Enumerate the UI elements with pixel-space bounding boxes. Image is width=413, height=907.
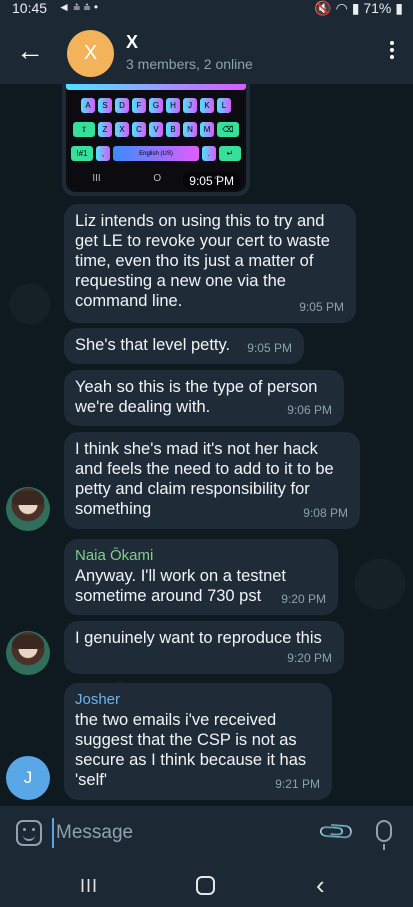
keyboard-key: S — [98, 98, 112, 113]
status-battery: 🔇 ◠ ▮ 71% ▮ — [314, 0, 403, 17]
image-message[interactable]: ASDFGHJKL ⇧ Z X C V B N M ⌫ !#1 , English (US) .… — [62, 84, 250, 196]
keyboard-key: D — [115, 98, 129, 113]
message-time: 9:05 PM — [247, 341, 292, 355]
user-avatar[interactable] — [6, 487, 50, 531]
message-bubble[interactable]: Naia Ōkami Anyway. I'll work on a testne… — [64, 539, 338, 615]
mini-home-icon: O — [153, 173, 162, 184]
chat-subtitle: 3 members, 2 online — [126, 56, 253, 72]
message-bubble[interactable]: Liz intends on using this to try and get… — [64, 204, 356, 323]
keyboard-key: L — [217, 98, 231, 113]
keyboard-row-zxcv: ⇧ Z X C V B N M ⌫ — [66, 122, 246, 137]
sender-name[interactable]: Josher — [75, 690, 321, 709]
message-bubble[interactable]: Josher the two emails i've received sugg… — [64, 683, 332, 800]
mute-icon: 🔇 — [314, 0, 332, 16]
message-time: 9:21 PM — [275, 777, 320, 791]
back-chevron-icon[interactable]: ‹ — [316, 870, 325, 901]
message-composer: 📎 — [0, 806, 413, 862]
message-bubble[interactable]: Yeah so this is the type of person we're… — [64, 370, 344, 426]
group-avatar[interactable]: X — [67, 30, 114, 77]
back-arrow-icon[interactable]: ← — [16, 36, 46, 66]
battery-icon: ▮ — [395, 0, 403, 16]
message-bubble[interactable]: I genuinely want to reproduce this 9:20 … — [64, 621, 344, 674]
chat-header: ← X X 3 members, 2 online — [0, 18, 413, 84]
keyboard-key: A — [81, 98, 95, 113]
keyboard-key: Z — [98, 122, 112, 137]
message-bubble[interactable]: She's that level petty. 9:05 PM — [64, 328, 304, 364]
keyboard-key: N — [183, 122, 197, 137]
wifi-icon: ◠ — [335, 0, 348, 16]
keyboard-key: C — [132, 122, 146, 137]
sender-name[interactable]: Naia Ōkami — [75, 546, 327, 565]
keyboard-key: H — [166, 98, 180, 113]
keyboard-key: M — [200, 122, 214, 137]
symbols-key: !#1 — [71, 146, 93, 161]
keyboard-key: K — [200, 98, 214, 113]
message-text: Liz intends on using this to try and get… — [75, 212, 335, 310]
paperclip-icon[interactable]: 📎 — [316, 812, 358, 854]
message-bubble[interactable]: I think she's mad it's not her hack and … — [64, 432, 360, 529]
message-input[interactable] — [52, 818, 302, 848]
status-bar: 10:45 ◄ ⩮ ⩮ • 🔇 ◠ ▮ 71% ▮ — [0, 0, 413, 18]
more-options-icon[interactable] — [387, 38, 397, 66]
message-time: 9:20 PM — [281, 592, 326, 606]
period-key: . — [202, 146, 216, 161]
message-time: 9:05 PM — [299, 300, 344, 314]
chat-title[interactable]: X — [126, 32, 138, 53]
recents-icon[interactable]: III — [80, 876, 98, 897]
comma-key: , — [96, 146, 110, 161]
josher-avatar[interactable]: J — [6, 756, 50, 800]
keyboard-key: V — [149, 122, 163, 137]
battery-percent: 71% — [363, 0, 392, 16]
message-time: 9:08 PM — [303, 506, 348, 520]
home-icon[interactable] — [196, 876, 215, 895]
keyboard-row-space: !#1 , English (US) . ↵ — [66, 146, 246, 161]
user-avatar[interactable] — [6, 631, 50, 675]
message-time: 9:20 PM — [287, 651, 332, 665]
keyboard-key: J — [183, 98, 197, 113]
keyboard-key: G — [149, 98, 163, 113]
message-time: 9:06 PM — [287, 403, 332, 417]
keyboard-key: X — [115, 122, 129, 137]
emoji-sticker-icon[interactable] — [16, 820, 42, 846]
message-time: 9:05 PM — [183, 172, 240, 190]
backspace-key: ⌫ — [217, 122, 239, 137]
space-key: English (US) — [113, 146, 199, 161]
keyboard-row-asdf: ASDFGHJKL — [66, 98, 246, 113]
signal-icon: ▮ — [351, 0, 360, 16]
microphone-icon[interactable] — [376, 820, 392, 850]
mini-recents-icon: III — [92, 173, 101, 184]
keyboard-key: B — [166, 122, 180, 137]
shift-key: ⇧ — [73, 122, 95, 137]
message-text: I genuinely want to reproduce this — [75, 629, 322, 647]
status-time: 10:45 — [12, 0, 48, 16]
status-notification-icons: ◄ ⩮ ⩮ • — [58, 0, 99, 14]
android-nav-bar: III ‹ — [0, 862, 413, 907]
keyboard-key: F — [132, 98, 146, 113]
enter-key: ↵ — [219, 146, 241, 161]
keyboard-top-row — [66, 84, 246, 90]
